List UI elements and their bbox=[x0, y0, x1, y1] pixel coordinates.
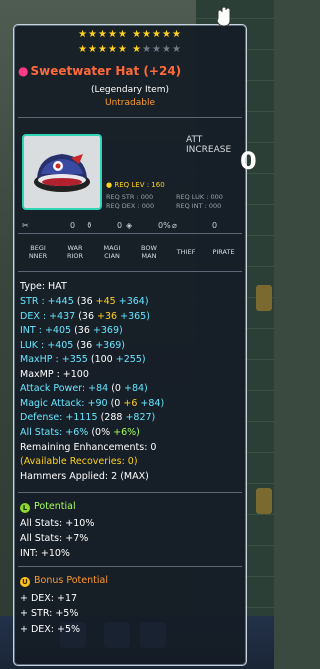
count-1: 0 bbox=[70, 221, 76, 230]
stat-defense: Defense: +1115 (288 +827) bbox=[20, 412, 156, 423]
divider bbox=[18, 233, 242, 234]
job-requirements: BEGI NNER WAR RIOR MAGI CIAN BOW MAN THIEF P… bbox=[20, 241, 242, 263]
att-increase-value: 0 bbox=[240, 147, 257, 175]
req-level: ● REQ LEV : 160 bbox=[106, 181, 165, 189]
inventory-slot[interactable] bbox=[256, 488, 272, 514]
item-grade: (Legendary Item) bbox=[91, 85, 169, 95]
hand-cursor-icon bbox=[216, 6, 231, 27]
hammers-applied: Hammers Applied: 2 (MAX) bbox=[20, 471, 149, 482]
divider bbox=[18, 492, 242, 493]
item-type: Type: HAT bbox=[20, 281, 67, 292]
remaining-enhancements: Remaining Enhancements: 0 bbox=[20, 442, 157, 453]
item-icon-frame bbox=[22, 134, 102, 210]
divider bbox=[18, 271, 242, 272]
shield-icon: ◈ bbox=[126, 221, 133, 230]
stat-str: STR : +445 (36 +45 +364) bbox=[20, 296, 149, 307]
job-pirate: PIRATE bbox=[212, 248, 235, 256]
count-3: 0% bbox=[158, 221, 171, 230]
divider bbox=[18, 566, 242, 567]
trade-status: Untradable bbox=[104, 98, 155, 108]
slash-icon: ⌀ bbox=[172, 221, 177, 230]
count-4: 0 bbox=[212, 221, 218, 230]
stat-attack-power: Attack Power: +84 (0 +84) bbox=[20, 383, 148, 394]
job-thief: THIEF bbox=[176, 248, 196, 256]
req-luk: REQ LUK : 000 bbox=[176, 193, 223, 201]
count-2: 0 bbox=[117, 221, 123, 230]
stat-magic-attack: Magic Attack: +90 (0 +6 +84) bbox=[20, 398, 165, 409]
divider bbox=[18, 117, 242, 118]
req-str: REQ STR : 000 bbox=[106, 193, 154, 201]
stat-dex: DEX : +437 (36 +36 +365) bbox=[20, 311, 150, 322]
bullet-icon: ● bbox=[106, 181, 113, 189]
stat-int: INT : +405 (36 +369) bbox=[20, 325, 123, 336]
bonus-potential-title: Bonus Potential bbox=[34, 575, 108, 586]
item-name: ● Sweetwater Hat (+24) bbox=[18, 64, 182, 78]
req-dex: REQ DEX : 000 bbox=[106, 202, 155, 210]
star-force-row-2: ★★★★★ ★★★★★ bbox=[78, 44, 182, 55]
att-increase-label: ATT INCREASE bbox=[186, 135, 232, 155]
stat-maxmp: MaxMP : +100 bbox=[20, 369, 89, 380]
potential-title: Potential bbox=[34, 501, 76, 512]
hat-icon bbox=[34, 154, 90, 192]
potential-line-2: All Stats: +7% bbox=[20, 533, 89, 544]
req-int: REQ INT : 000 bbox=[176, 202, 222, 210]
bag-icon: ⚱ bbox=[86, 221, 93, 230]
unique-badge-icon: U bbox=[20, 577, 30, 587]
star-force-row-1: ★★★★★ ★★★★★ bbox=[78, 29, 182, 40]
available-recoveries: (Available Recoveries: 0) bbox=[20, 456, 138, 467]
item-tooltip: ★★★★★ ★★★★★ ★★★★★ ★★★★★ ● Sweetwater Hat … bbox=[13, 24, 257, 666]
bullet-icon: ● bbox=[18, 64, 29, 78]
job-warrior: WAR RIOR bbox=[66, 244, 84, 260]
bonus-line-1: + DEX: +17 bbox=[20, 593, 78, 604]
stat-all-stats: All Stats: +6% (0% +6%) bbox=[20, 427, 140, 438]
potential-line-3: INT: +10% bbox=[20, 548, 70, 559]
inventory-slot[interactable] bbox=[256, 285, 272, 311]
scissors-icon: ✂ bbox=[22, 221, 29, 230]
job-beginner: BEGI NNER bbox=[28, 244, 48, 260]
bonus-line-3: + DEX: +5% bbox=[20, 624, 81, 635]
job-magician: MAGI CIAN bbox=[103, 244, 121, 260]
job-bowman: BOW MAN bbox=[141, 244, 157, 260]
stat-maxhp: MaxHP : +355 (100 +255) bbox=[20, 354, 146, 365]
legendary-badge-icon: L bbox=[20, 503, 30, 513]
stat-luk: LUK : +405 (36 +369) bbox=[20, 340, 126, 351]
potential-line-1: All Stats: +10% bbox=[20, 518, 95, 529]
bonus-line-2: + STR: +5% bbox=[20, 608, 79, 619]
